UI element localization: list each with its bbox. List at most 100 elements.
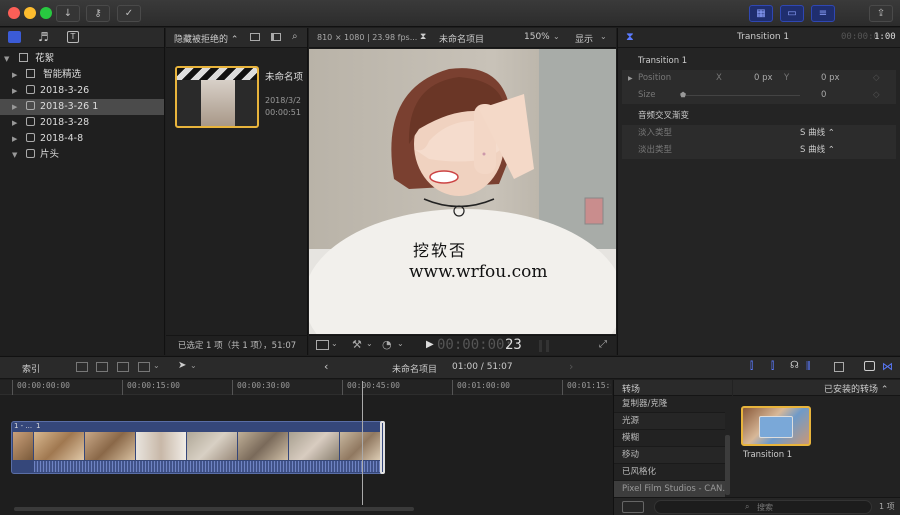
edit-point-handle[interactable] (380, 421, 385, 474)
append-clip-icon[interactable] (117, 362, 129, 372)
close-window-button[interactable] (8, 7, 20, 19)
index-button[interactable]: 索引 (22, 362, 40, 375)
timeline-scrollbar[interactable] (14, 507, 414, 511)
inspector-toggle-button[interactable]: ≡ (811, 5, 835, 22)
category-item-selected[interactable]: Pixel Film Studios - CAN... (614, 481, 725, 498)
search-icon[interactable]: ⌕ (292, 31, 298, 42)
fade-in-popup[interactable]: S 曲线 ⌃ (800, 125, 835, 142)
browser-status: 已选定 1 项（共 1 项），51:07 (166, 335, 308, 355)
libraries-icon[interactable] (8, 31, 21, 43)
search-field[interactable]: ⌕ 搜索 (654, 500, 872, 514)
x-value[interactable]: 0 px (754, 70, 773, 87)
hourglass-icon: ⧗ (420, 32, 427, 42)
size-slider[interactable] (680, 95, 800, 96)
play-icon[interactable]: ▶ (426, 339, 434, 350)
disclosure-right-icon[interactable]: ▶ (628, 70, 633, 87)
audio-meter-icon (539, 340, 542, 352)
timeline-duration: 01:00 / 51:07 (452, 362, 513, 372)
overwrite-clip-icon[interactable] (138, 362, 150, 372)
timeline-toolbar: 索引 ⌄ ➤ ⌄ ‹ 未命名项目 01:00 / 51:07 › ⫿ ⫿ ☊ ⫼… (0, 356, 900, 379)
effects-browser-icon[interactable] (864, 361, 875, 371)
category-item[interactable]: 光源 (614, 413, 725, 430)
headphones-icon[interactable]: ☊ (790, 360, 799, 371)
audio-skimming-icon[interactable]: ⫿ (771, 361, 774, 372)
chevron-down-icon: ⌄ (190, 361, 197, 370)
magic-wand-icon[interactable]: ⚒ (352, 338, 362, 351)
keyframe-icon[interactable]: ◇ (873, 87, 880, 104)
library-item-event[interactable]: ▶ 2018-3-26 (0, 83, 164, 99)
background-tasks-button[interactable]: ✓ (117, 5, 141, 22)
insert-clip-icon[interactable] (96, 362, 108, 372)
transitions-footer: ⌕ 搜索 1 项 (614, 497, 900, 515)
disclosure-down-icon: ▼ (12, 151, 18, 159)
filmstrip-view-icon[interactable] (271, 33, 281, 41)
transform-icon[interactable] (316, 340, 329, 350)
fade-out-popup[interactable]: S 曲线 ⌃ (800, 142, 835, 159)
browser-toggle-button[interactable]: ▦ (749, 5, 773, 22)
clip-thumbnail (34, 432, 84, 460)
import-button[interactable]: ↓ (56, 5, 80, 22)
back-arrow-icon[interactable]: ‹ (324, 360, 328, 373)
photos-audio-icon[interactable]: ♬ (38, 30, 49, 44)
minimize-window-button[interactable] (24, 7, 36, 19)
library-item-event-selected[interactable]: ▶ 2018-3-26 1 (0, 99, 164, 115)
library-root[interactable]: ▼ 花絮 (0, 51, 164, 67)
video-content-image (309, 49, 616, 334)
speed-gauge-icon[interactable]: ◔ (382, 338, 392, 351)
category-item[interactable]: 复制器/克隆 (614, 396, 725, 413)
chevron-down-icon: ⌄ (553, 32, 560, 41)
library-item-event[interactable]: ▶ 2018-3-28 (0, 115, 164, 131)
category-scrollbar[interactable] (725, 435, 730, 495)
disclosure-right-icon: ▶ (12, 119, 18, 127)
category-item[interactable]: 已风格化 (614, 464, 725, 481)
installed-popup[interactable]: 已安装的转场 ⌃ (824, 382, 888, 395)
library-item-label: 2018-3-28 (40, 117, 90, 128)
disclosure-right-icon: ▶ (12, 135, 18, 143)
view-options-popup[interactable]: 显示 (575, 32, 593, 45)
keyframe-icon[interactable]: ◇ (873, 70, 880, 87)
inspector-section-title: 音频交叉渐变 (638, 111, 690, 121)
clip-thumbnail (289, 432, 339, 460)
library-item-event[interactable]: ▼ 片头 (0, 147, 164, 163)
select-tool-icon[interactable]: ➤ (178, 360, 186, 371)
transition-thumbnail[interactable] (741, 406, 811, 446)
clip-appearance-icon[interactable] (834, 362, 844, 372)
snapping-icon[interactable]: ⫼ (806, 361, 811, 372)
y-value[interactable]: 0 px (821, 70, 840, 87)
clip-duration: 00:00:51 (265, 108, 301, 117)
viewer-header: 810 × 1080 | 23.98 fps... ⧗ 未命名项目 150% ⌄… (309, 28, 616, 48)
keyword-button[interactable]: ⚷ (86, 5, 110, 22)
size-row: Size ⬟ 0 ◇ (622, 87, 896, 104)
connect-clip-icon[interactable] (76, 362, 88, 372)
zoom-window-button[interactable] (40, 7, 52, 19)
clip-appearance-icon[interactable] (250, 33, 260, 41)
fullscreen-icon[interactable]: ⤢ (599, 339, 607, 350)
ruler-tick (12, 380, 13, 395)
share-button[interactable]: ⇪ (869, 5, 893, 22)
audio-waveform (34, 461, 382, 472)
category-item[interactable]: 模糊 (614, 430, 725, 447)
category-item[interactable]: 移动 (614, 447, 725, 464)
ruler-timecode: 00:01:15:00 (567, 381, 611, 390)
sidebar-toggle-icon[interactable] (622, 501, 644, 513)
timeline-ruler[interactable] (0, 380, 612, 395)
filter-popup[interactable]: 隐藏被拒绝的 ⌃ (174, 32, 238, 45)
library-item-smart[interactable]: ▶ 智能精选 (0, 67, 164, 83)
titles-generators-icon[interactable]: T (67, 31, 79, 43)
skimming-icon[interactable]: ⫿ (750, 361, 753, 372)
clip-title: 未命名项 (265, 72, 304, 83)
library-item-event[interactable]: ▶ 2018-4-8 (0, 131, 164, 147)
clip-thumbnail[interactable] (175, 66, 259, 128)
clip-label: 1 (36, 422, 41, 430)
transitions-browser-icon[interactable]: ⋈ (882, 360, 893, 373)
slider-knob-icon[interactable]: ⬟ (680, 87, 686, 104)
library-header: ♬ T (0, 28, 164, 48)
timeline-toggle-button[interactable]: ▭ (780, 5, 804, 22)
forward-arrow-icon[interactable]: › (569, 360, 573, 373)
media-browser: 隐藏被拒绝的 ⌃ ⌕ 未命名项 2018/3/2 00:00:51 已选定 1 … (166, 28, 308, 355)
size-value[interactable]: 0 (821, 87, 826, 104)
clip-thumbnail (340, 432, 382, 460)
browser-header: 隐藏被拒绝的 ⌃ ⌕ (166, 28, 307, 48)
playhead[interactable] (362, 381, 363, 505)
zoom-popup[interactable]: 150% (524, 32, 550, 42)
